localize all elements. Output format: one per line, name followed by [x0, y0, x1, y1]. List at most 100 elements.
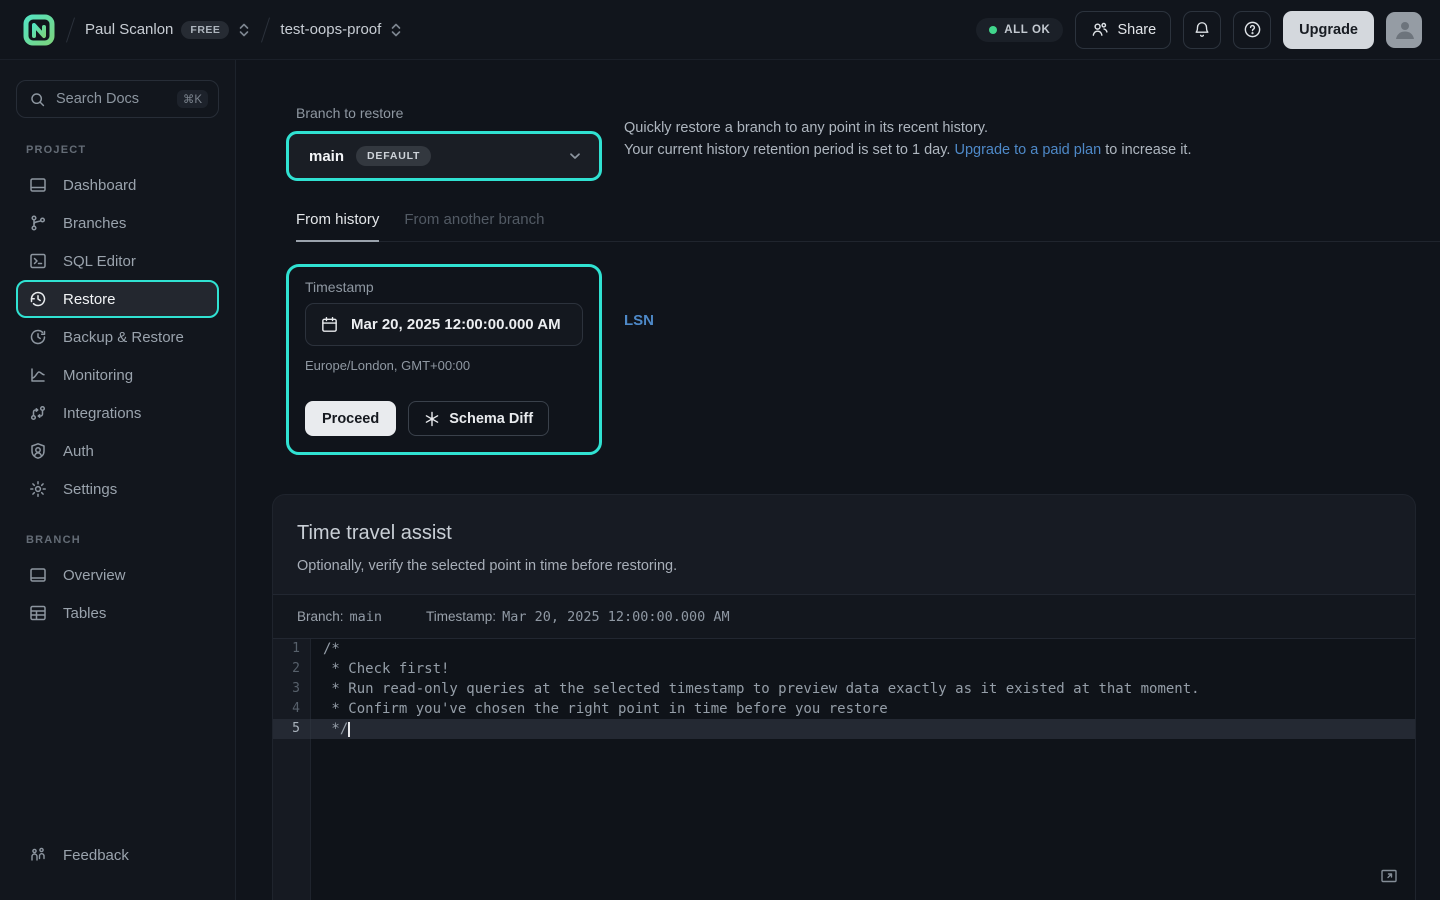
- description-line2: Your current history retention period is…: [624, 139, 1191, 161]
- sql-editor-icon: [28, 251, 48, 271]
- search-icon: [29, 91, 46, 108]
- sidebar-item-backup-restore[interactable]: Backup & Restore: [16, 318, 219, 356]
- lsn-link[interactable]: LSN: [624, 312, 654, 329]
- top-header: Paul Scanlon FREE test-oops-proof ALL OK: [0, 0, 1440, 60]
- feedback-icon: [28, 845, 48, 865]
- sidebar-item-feedback[interactable]: Feedback: [16, 836, 220, 874]
- timestamp-label: Timestamp: [305, 279, 583, 295]
- fullscreen-button[interactable]: [1379, 866, 1399, 886]
- branches-icon: [28, 213, 48, 233]
- share-button[interactable]: Share: [1075, 11, 1171, 49]
- timestamp-value: Mar 20, 2025 12:00:00.000 AM: [351, 316, 561, 333]
- code-line: 2 * Check first!: [273, 659, 1415, 679]
- auth-icon: [28, 441, 48, 461]
- schema-diff-icon: [424, 411, 440, 427]
- proceed-button[interactable]: Proceed: [305, 401, 396, 436]
- section-label-project: PROJECT: [26, 144, 219, 156]
- editor-empty-area[interactable]: [273, 739, 1415, 900]
- person-silhouette-icon: [1392, 18, 1416, 42]
- restore-description: Quickly restore a branch to any point in…: [624, 105, 1191, 161]
- search-shortcut: ⌘K: [177, 90, 208, 108]
- help-button[interactable]: [1233, 11, 1271, 49]
- code-line-active: 5 */: [273, 719, 1415, 739]
- line-number: 3: [273, 679, 311, 699]
- search-docs-input[interactable]: Search Docs ⌘K: [16, 80, 219, 118]
- sidebar-item-tables[interactable]: Tables: [16, 594, 219, 632]
- integrations-icon: [28, 403, 48, 423]
- main-content: Branch to restore main DEFAULT Quickly r…: [236, 60, 1440, 900]
- branch-name: main: [309, 148, 344, 165]
- chevron-updown-icon: [389, 22, 403, 38]
- sidebar-item-auth[interactable]: Auth: [16, 432, 219, 470]
- breadcrumb-separator: [66, 17, 75, 42]
- people-icon: [1090, 20, 1109, 39]
- sidebar: Search Docs ⌘K PROJECT Dashboard Branche…: [0, 60, 236, 900]
- chevron-down-icon: [567, 148, 583, 164]
- restore-icon: [28, 289, 48, 309]
- timestamp-input[interactable]: Mar 20, 2025 12:00:00.000 AM: [305, 303, 583, 346]
- calendar-icon: [320, 315, 339, 334]
- schema-diff-button[interactable]: Schema Diff: [408, 401, 549, 436]
- bell-icon: [1193, 20, 1211, 39]
- time-travel-subtitle: Optionally, verify the selected point in…: [297, 558, 1391, 574]
- backup-restore-icon: [28, 327, 48, 347]
- sidebar-item-integrations[interactable]: Integrations: [16, 394, 219, 432]
- editor-gutter: [273, 739, 311, 900]
- sql-preview-editor[interactable]: 1 /* 2 * Check first! 3 * Run read-only …: [273, 639, 1415, 900]
- project-selector[interactable]: test-oops-proof: [280, 21, 403, 38]
- neon-logo-icon: [23, 14, 55, 46]
- org-name: Paul Scanlon: [85, 21, 173, 38]
- bar-branch: Branch: main: [297, 609, 382, 625]
- branch-select-dropdown[interactable]: main DEFAULT: [286, 131, 602, 181]
- bar-branch-value: main: [350, 609, 383, 625]
- code-line: 3 * Run read-only queries at the selecte…: [273, 679, 1415, 699]
- upgrade-plan-link[interactable]: Upgrade to a paid plan: [954, 142, 1101, 158]
- tables-icon: [28, 603, 48, 623]
- sidebar-item-settings[interactable]: Settings: [16, 470, 219, 508]
- text-cursor: [348, 722, 350, 737]
- gear-icon: [28, 479, 48, 499]
- code-line: 1 /*: [273, 639, 1415, 659]
- tab-from-another-branch[interactable]: From another branch: [404, 211, 544, 242]
- line-number: 4: [273, 699, 311, 719]
- timezone-label: Europe/London, GMT+00:00: [305, 358, 583, 373]
- line-number: 5: [273, 719, 311, 739]
- org-selector[interactable]: Paul Scanlon FREE: [85, 21, 251, 39]
- breadcrumb-separator: [261, 17, 270, 42]
- sidebar-item-sql-editor[interactable]: SQL Editor: [16, 242, 219, 280]
- section-label-branch: BRANCH: [26, 534, 219, 546]
- branch-to-restore-label: Branch to restore: [296, 105, 602, 121]
- sidebar-item-restore[interactable]: Restore: [16, 280, 219, 318]
- description-line1: Quickly restore a branch to any point in…: [624, 117, 1191, 139]
- neon-logo[interactable]: [22, 13, 56, 47]
- share-label: Share: [1117, 22, 1156, 38]
- tab-from-history[interactable]: From history: [296, 211, 379, 242]
- default-badge: DEFAULT: [356, 146, 431, 166]
- sidebar-item-branches[interactable]: Branches: [16, 204, 219, 242]
- restore-tabs: From history From another branch: [296, 211, 1416, 242]
- sidebar-item-overview[interactable]: Overview: [16, 556, 219, 594]
- bar-timestamp: Timestamp: Mar 20, 2025 12:00:00.000 AM: [426, 609, 730, 625]
- project-name: test-oops-proof: [280, 21, 381, 38]
- timestamp-card: Timestamp Mar 20, 2025 12:00:00.000 AM E…: [286, 264, 602, 455]
- overview-icon: [28, 565, 48, 585]
- time-travel-title: Time travel assist: [297, 522, 1391, 545]
- dashboard-icon: [28, 175, 48, 195]
- question-circle-icon: [1243, 20, 1262, 39]
- notifications-button[interactable]: [1183, 11, 1221, 49]
- monitoring-icon: [28, 365, 48, 385]
- branch-timestamp-bar: Branch: main Timestamp: Mar 20, 2025 12:…: [273, 594, 1415, 639]
- status-ok-dot: [989, 26, 997, 34]
- search-placeholder: Search Docs: [56, 91, 167, 107]
- status-badge[interactable]: ALL OK: [976, 18, 1063, 42]
- sidebar-item-dashboard[interactable]: Dashboard: [16, 166, 219, 204]
- code-line: 4 * Confirm you've chosen the right poin…: [273, 699, 1415, 719]
- upgrade-button[interactable]: Upgrade: [1283, 11, 1374, 49]
- plan-badge: FREE: [181, 21, 229, 39]
- bar-timestamp-value: Mar 20, 2025 12:00:00.000 AM: [502, 609, 730, 625]
- avatar[interactable]: [1386, 12, 1422, 48]
- line-number: 2: [273, 659, 311, 679]
- time-travel-assist-card: Time travel assist Optionally, verify th…: [272, 494, 1416, 900]
- status-label: ALL OK: [1004, 24, 1050, 36]
- sidebar-item-monitoring[interactable]: Monitoring: [16, 356, 219, 394]
